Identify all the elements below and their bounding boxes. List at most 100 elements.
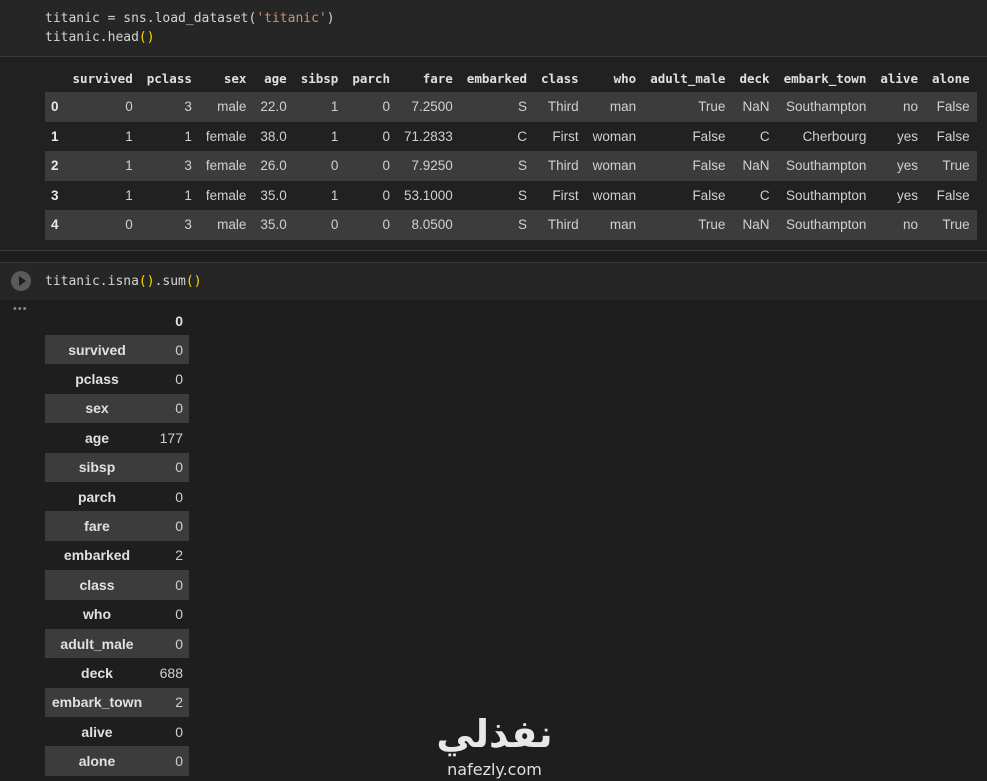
column-header: age <box>264 70 287 86</box>
table-cell: First <box>552 187 579 203</box>
series-label: adult_male <box>45 628 151 659</box>
table-cell: Third <box>534 151 586 181</box>
output-menu-icon[interactable]: ••• <box>13 303 28 315</box>
table-cell: S <box>518 187 528 203</box>
table-cell: False <box>925 92 977 122</box>
table-cell: 0 <box>345 151 397 181</box>
column-header: class <box>541 70 579 86</box>
table-row: 2 1 3 female 26.0 0 0 7.9250 S Third woman False NaN… <box>45 151 977 181</box>
code-cell-1: titanic = sns.load_dataset('titanic') ti… <box>0 0 987 251</box>
table-cell: 8.0500 <box>396 210 460 240</box>
table-cell: 0 <box>65 92 140 122</box>
series-label: alone <box>45 746 151 776</box>
series-row: embark_town 2 <box>45 687 189 718</box>
table-cell: True <box>643 92 733 122</box>
table-cell: First <box>552 128 579 144</box>
series-row: deck 688 <box>45 658 189 687</box>
series-row: sibsp 0 <box>45 452 189 482</box>
series-row: adult_male 0 <box>45 628 189 659</box>
column-header: survived <box>72 70 133 86</box>
table-row: 4 0 3 male 35.0 0 0 8.0500 S Third man True NaN South… <box>45 210 977 240</box>
table-cell: female <box>205 128 247 144</box>
table-cell: 26.0 <box>253 151 294 181</box>
column-header: fare <box>422 70 453 86</box>
series-value: 0 <box>175 371 183 388</box>
series-row: parch 0 <box>45 482 189 511</box>
table-cell: no <box>873 92 925 122</box>
column-header <box>45 64 66 92</box>
table-cell: False <box>692 128 726 144</box>
table-cell: C <box>759 128 770 144</box>
column-header: alone <box>932 70 970 86</box>
code-editor-2[interactable]: titanic.isna().sum() <box>0 263 987 300</box>
run-cell-icon[interactable] <box>11 271 31 291</box>
series-row: age 177 <box>45 423 189 452</box>
table-cell: NaN <box>732 92 777 122</box>
series-label: embark_town <box>45 687 151 718</box>
table-cell: 53.1000 <box>403 187 453 203</box>
series-row: alive 0 <box>45 717 189 746</box>
table-cell: Third <box>534 92 586 122</box>
table-cell: True <box>643 210 733 240</box>
table-cell: False <box>692 187 726 203</box>
table-cell: 1 <box>184 128 192 144</box>
series-value: 0 <box>175 488 183 505</box>
series-value: 177 <box>159 429 183 446</box>
column-header: embark_town <box>783 70 867 86</box>
table-cell: 35.0 <box>260 187 287 203</box>
series-label: deck <box>81 664 113 681</box>
table-cell: 1 <box>330 187 339 203</box>
table-cell: 0 <box>382 128 390 144</box>
table-cell: 7.9250 <box>396 151 460 181</box>
table-cell: 1 <box>330 128 339 144</box>
series-row: pclass 0 <box>45 364 189 393</box>
table-cell: woman <box>592 187 637 203</box>
table-cell: S <box>459 210 535 240</box>
table-cell: man <box>585 92 644 122</box>
table-cell: Southampton <box>776 210 874 240</box>
series-label: fare <box>45 511 151 541</box>
series-label: parch <box>77 488 117 505</box>
code-line: titanic.isna().sum() <box>45 274 202 289</box>
series-value: 0 <box>151 393 189 424</box>
table-cell: 71.2833 <box>403 128 453 144</box>
series-label: sex <box>45 393 151 424</box>
table-cell: man <box>585 210 644 240</box>
table-cell: C <box>517 128 528 144</box>
table-cell: female <box>198 151 254 181</box>
column-header: deck <box>739 70 770 86</box>
code-editor-1[interactable]: titanic = sns.load_dataset('titanic') ti… <box>0 0 987 57</box>
table-cell: True <box>925 210 977 240</box>
table-cell: 0 <box>345 210 397 240</box>
series-output: 0 survived 0 pclass 0 sex 0 age 177 sibsp 0 parch 0 f… <box>45 307 189 776</box>
series-label: class <box>45 570 151 600</box>
table-cell: no <box>873 210 925 240</box>
table-cell: male <box>198 92 254 122</box>
table-cell: yes <box>896 187 918 203</box>
table-row: 3 1 1 female 35.0 1 0 53.1000 S First woman False C S… <box>45 181 977 211</box>
watermark-arabic: نفذلي <box>436 712 553 756</box>
series-value: 0 <box>151 628 189 659</box>
table-cell: 3 <box>139 151 199 181</box>
table-cell: 3 <box>139 210 199 240</box>
table-cell: 1 <box>125 187 133 203</box>
table-cell: 1 <box>293 92 346 122</box>
table-cell: 0 <box>345 92 397 122</box>
series-value: 0 <box>151 746 189 776</box>
table-cell: 0 <box>382 187 390 203</box>
series-row: class 0 <box>45 570 189 600</box>
column-header: sibsp <box>300 70 339 86</box>
row-index: 3 <box>51 187 59 203</box>
table-cell: 3 <box>139 92 199 122</box>
table-cell: S <box>459 92 535 122</box>
table-cell: Third <box>534 210 586 240</box>
table-cell: Southampton <box>786 187 867 203</box>
series-row: alone 0 <box>45 746 189 776</box>
series-value: 0 <box>151 511 189 541</box>
code-line-1: titanic = sns.load_dataset('titanic') <box>45 11 335 26</box>
series-value: 0 <box>151 452 189 482</box>
table-cell: C <box>759 187 770 203</box>
table-cell: 22.0 <box>253 92 294 122</box>
series-row: who 0 <box>45 600 189 629</box>
series-label: survived <box>45 335 151 365</box>
